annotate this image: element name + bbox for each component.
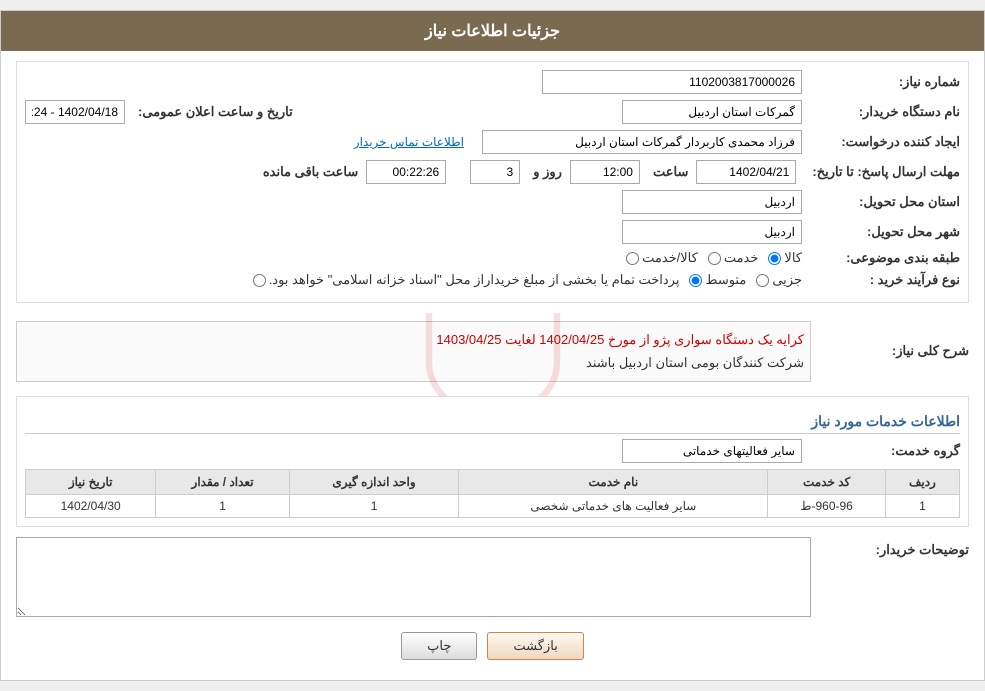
category-radio-group: کالا خدمت کالا/خدمت: [626, 250, 802, 266]
deadline-date-input[interactable]: [696, 160, 796, 184]
category-khedmat-option[interactable]: خدمت: [708, 250, 759, 266]
category-row: طبقه بندی موضوعی: کالا خدمت کالا/خدمت: [25, 250, 960, 266]
process-type-row: نوع فرآیند خرید : جزیی متوسط پرداخت تمام…: [25, 272, 960, 288]
col-unit: واحد اندازه گیری: [289, 469, 458, 494]
watermark: [403, 313, 583, 396]
services-section-title: اطلاعات خدمات مورد نیاز: [25, 413, 960, 434]
creator-label: ایجاد کننده درخواست:: [810, 134, 960, 150]
cell-code: 960-96-ط: [768, 494, 885, 517]
category-kala-label: کالا: [784, 250, 802, 266]
service-group-input[interactable]: [622, 439, 802, 463]
category-label: طبقه بندی موضوعی:: [810, 250, 960, 266]
contact-info-link[interactable]: اطلاعات تماس خریدار: [354, 135, 464, 149]
page-header: جزئیات اطلاعات نیاز: [1, 11, 984, 51]
process-type-label: نوع فرآیند خرید :: [810, 272, 960, 288]
services-section: اطلاعات خدمات مورد نیاز گروه خدمت: ردیف …: [16, 396, 969, 527]
deadline-label: مهلت ارسال پاسخ: تا تاریخ:: [804, 164, 960, 180]
process-motevaset-option[interactable]: متوسط: [689, 272, 746, 288]
days-label: روز و: [533, 164, 562, 180]
city-input[interactable]: [622, 220, 802, 244]
process-jozvi-option[interactable]: جزیی: [756, 272, 802, 288]
col-name: نام خدمت: [459, 469, 768, 494]
process-asnad-radio[interactable]: [253, 274, 266, 287]
creator-row: ایجاد کننده درخواست: اطلاعات تماس خریدار: [25, 130, 960, 154]
col-date: تاریخ نیاز: [26, 469, 156, 494]
deadline-time-input[interactable]: [570, 160, 640, 184]
category-kala-khedmat-option[interactable]: کالا/خدمت: [626, 250, 698, 266]
announcement-label: تاریخ و ساعت اعلان عمومی:: [138, 104, 293, 120]
cell-name: سایر فعالیت های خدماتی شخصی: [459, 494, 768, 517]
col-row-num: ردیف: [885, 469, 959, 494]
need-number-row: شماره نیاز:: [25, 70, 960, 94]
buyer-org-input[interactable]: [622, 100, 802, 124]
cell-quantity: 1: [156, 494, 290, 517]
remaining-label: ساعت باقی مانده: [263, 164, 358, 180]
page-title: جزئیات اطلاعات نیاز: [425, 23, 560, 40]
process-type-radio-group: جزیی متوسط پرداخت تمام یا بخشی از مبلغ خ…: [253, 272, 802, 288]
cell-unit: 1: [289, 494, 458, 517]
cell-date: 1402/04/30: [26, 494, 156, 517]
province-row: استان محل تحویل:: [25, 190, 960, 214]
buyer-org-label: نام دستگاه خریدار:: [810, 104, 960, 120]
category-khedmat-label: خدمت: [724, 250, 759, 266]
col-code: کد خدمت: [768, 469, 885, 494]
category-kala-radio[interactable]: [768, 252, 781, 265]
need-number-label: شماره نیاز:: [810, 74, 960, 90]
services-table: ردیف کد خدمت نام خدمت واحد اندازه گیری ت…: [25, 469, 960, 518]
deadline-remaining-input[interactable]: [366, 160, 446, 184]
content-area: شماره نیاز: نام دستگاه خریدار: تاریخ و س…: [1, 51, 984, 680]
print-button[interactable]: چاپ: [401, 632, 477, 660]
process-asnad-label: پرداخت تمام یا بخشی از مبلغ خریداراز محل…: [269, 272, 680, 288]
province-input[interactable]: [622, 190, 802, 214]
deadline-row: مهلت ارسال پاسخ: تا تاریخ: ساعت روز و سا…: [25, 160, 960, 184]
creator-input[interactable]: [482, 130, 802, 154]
process-jozvi-label: جزیی: [772, 272, 802, 288]
back-button[interactable]: بازگشت: [487, 632, 583, 660]
category-kala-option[interactable]: کالا: [768, 250, 802, 266]
city-label: شهر محل تحویل:: [810, 224, 960, 240]
description-label: شرح کلی نیاز:: [819, 343, 969, 359]
table-row: 1 960-96-ط سایر فعالیت های خدماتی شخصی 1…: [26, 494, 960, 517]
hour-label: ساعت: [653, 164, 688, 180]
services-table-header: ردیف کد خدمت نام خدمت واحد اندازه گیری ت…: [26, 469, 960, 494]
description-area: شرح کلی نیاز: کرایه یک دستگاه سواری پژو …: [16, 313, 969, 396]
main-info-section: شماره نیاز: نام دستگاه خریدار: تاریخ و س…: [16, 61, 969, 303]
process-asnad-option: پرداخت تمام یا بخشی از مبلغ خریداراز محل…: [253, 272, 680, 288]
category-khedmat-radio[interactable]: [708, 252, 721, 265]
category-kala-khedmat-radio[interactable]: [626, 252, 639, 265]
button-row: بازگشت چاپ: [16, 632, 969, 660]
col-quantity: تعداد / مقدار: [156, 469, 290, 494]
process-motevaset-radio[interactable]: [689, 274, 702, 287]
need-number-input[interactable]: [542, 70, 802, 94]
cell-row-num: 1: [885, 494, 959, 517]
buyer-org-row: نام دستگاه خریدار: تاریخ و ساعت اعلان عم…: [25, 100, 960, 124]
service-group-row: گروه خدمت:: [25, 439, 960, 463]
announcement-datetime-input[interactable]: [25, 100, 125, 124]
buyer-notes-section: توضیحات خریدار:: [16, 537, 969, 617]
service-group-label: گروه خدمت:: [810, 443, 960, 459]
buyer-notes-textarea[interactable]: [16, 537, 811, 617]
services-table-body: 1 960-96-ط سایر فعالیت های خدماتی شخصی 1…: [26, 494, 960, 517]
page-wrapper: جزئیات اطلاعات نیاز شماره نیاز: نام دستگ…: [0, 10, 985, 681]
process-motevaset-label: متوسط: [705, 272, 746, 288]
city-row: شهر محل تحویل:: [25, 220, 960, 244]
buyer-notes-label: توضیحات خریدار:: [819, 537, 969, 558]
services-table-header-row: ردیف کد خدمت نام خدمت واحد اندازه گیری ت…: [26, 469, 960, 494]
province-label: استان محل تحویل:: [810, 194, 960, 210]
category-kala-khedmat-label: کالا/خدمت: [642, 250, 698, 266]
deadline-days-input[interactable]: [470, 160, 520, 184]
process-jozvi-radio[interactable]: [756, 274, 769, 287]
